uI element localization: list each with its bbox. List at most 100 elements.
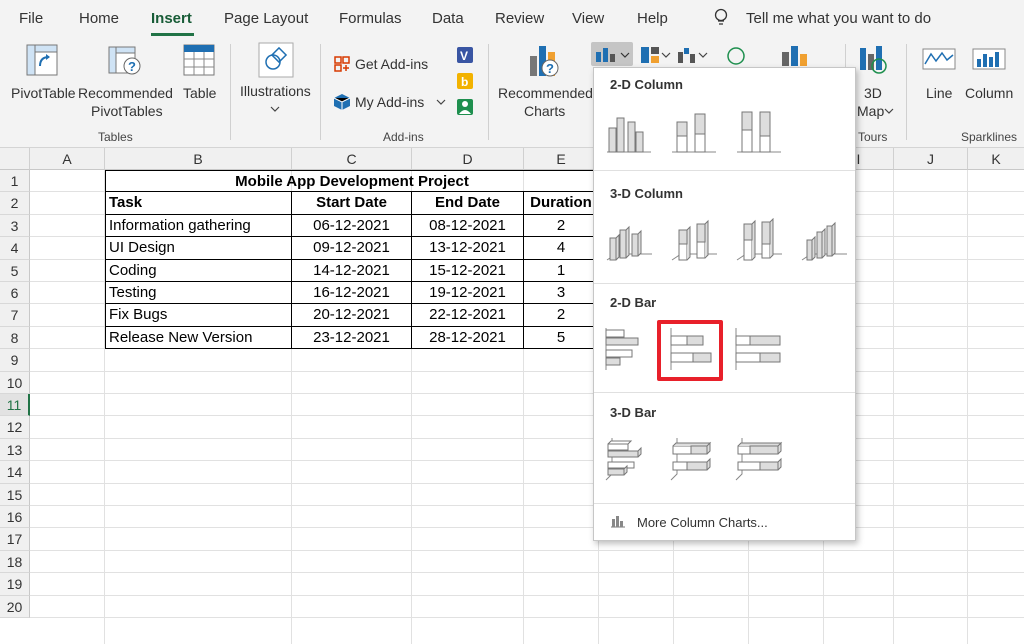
row-header[interactable]: 17 <box>0 528 30 551</box>
table-cell[interactable]: 09-12-2021 <box>292 237 412 260</box>
table-header-cell[interactable]: Duration <box>524 192 599 215</box>
gridline-horizontal <box>30 393 1024 394</box>
chevron-down-icon <box>698 52 708 58</box>
table-cell[interactable]: UI Design <box>105 237 292 260</box>
row-header[interactable]: 3 <box>0 214 30 238</box>
stacked-column-chart-icon[interactable] <box>669 108 719 154</box>
pivotchart-icon[interactable] <box>780 44 810 66</box>
tab-help[interactable]: Help <box>637 10 668 27</box>
get-addins-label: Get Add-ins <box>355 56 429 72</box>
100-stacked-column-chart-icon[interactable] <box>734 108 784 154</box>
maps-chart-icon[interactable] <box>726 46 746 66</box>
tab-data[interactable]: Data <box>432 10 464 27</box>
globe-map-icon <box>860 46 887 74</box>
recommended-pivottables-label-2: PivotTables <box>91 103 163 119</box>
row-header[interactable]: 4 <box>0 237 30 260</box>
table-cell[interactable]: 13-12-2021 <box>412 237 524 260</box>
3d-stacked-bar-chart-icon[interactable] <box>669 436 719 482</box>
tab-insert[interactable]: Insert <box>151 10 192 27</box>
ribbon-separator <box>230 44 231 140</box>
people-graph-icon[interactable] <box>456 98 474 116</box>
table-cell[interactable]: Information gathering <box>105 214 292 238</box>
table-cell[interactable]: Coding <box>105 259 292 282</box>
clustered-bar-chart-icon[interactable] <box>604 326 654 372</box>
row-header[interactable]: 6 <box>0 282 30 305</box>
gridline-horizontal <box>30 527 1024 529</box>
tab-formulas[interactable]: Formulas <box>339 10 402 27</box>
row-header[interactable]: 10 <box>0 371 30 394</box>
row-header[interactable]: 9 <box>0 349 30 372</box>
3d-column-chart-icon[interactable] <box>799 218 849 264</box>
table-cell[interactable]: 4 <box>524 237 599 260</box>
table-cell[interactable]: 16-12-2021 <box>292 282 412 305</box>
table-cell[interactable]: 23-12-2021 <box>292 326 412 350</box>
tab-file[interactable]: File <box>19 10 43 27</box>
project-title-cell[interactable]: Mobile App Development Project <box>105 170 599 193</box>
table-cell[interactable]: 1 <box>524 259 599 282</box>
column-header-a[interactable]: A <box>30 148 105 170</box>
tables-group-label: Tables <box>98 130 133 144</box>
table-header-cell[interactable]: End Date <box>412 192 524 215</box>
table-icon <box>183 44 215 76</box>
table-cell[interactable]: 28-12-2021 <box>412 326 524 350</box>
table-cell[interactable]: Release New Version <box>105 326 292 350</box>
row-header[interactable]: 19 <box>0 573 30 596</box>
table-cell[interactable]: 2 <box>524 214 599 238</box>
tell-me-search[interactable]: Tell me what you want to do <box>746 10 931 27</box>
table-cell[interactable]: 15-12-2021 <box>412 259 524 282</box>
visio-icon[interactable]: V <box>456 46 474 64</box>
tab-home[interactable]: Home <box>79 10 119 27</box>
table-cell[interactable]: 06-12-2021 <box>292 214 412 238</box>
table-cell[interactable]: 14-12-2021 <box>292 259 412 282</box>
table-cell[interactable]: 5 <box>524 326 599 350</box>
tab-view[interactable]: View <box>572 10 604 27</box>
table-cell[interactable]: 3 <box>524 282 599 305</box>
column-header-e[interactable]: E <box>524 148 599 170</box>
column-header-k[interactable]: K <box>968 148 1024 170</box>
3d-stacked-column-chart-icon[interactable] <box>669 218 719 264</box>
tab-review[interactable]: Review <box>495 10 544 27</box>
3d-100-stacked-bar-chart-icon[interactable] <box>734 436 784 482</box>
table-cell[interactable]: 19-12-2021 <box>412 282 524 305</box>
column-header-j[interactable]: J <box>894 148 968 170</box>
row-header[interactable]: 2 <box>0 192 30 215</box>
more-column-charts-label: More Column Charts... <box>637 515 768 530</box>
row-header[interactable]: 13 <box>0 438 30 462</box>
100-stacked-bar-chart-icon[interactable] <box>734 326 784 372</box>
recommended-pivottables-label-1: Recommended <box>78 85 173 101</box>
row-header[interactable]: 16 <box>0 506 30 529</box>
table-cell[interactable]: 2 <box>524 304 599 327</box>
row-header[interactable]: 11 <box>0 394 30 417</box>
table-cell[interactable]: 22-12-2021 <box>412 304 524 327</box>
bing-maps-icon[interactable]: b <box>456 72 474 90</box>
insert-column-bar-chart-button[interactable] <box>591 42 633 66</box>
worksheet-grid[interactable]: A B C D E F G H I J K 123456789101112131… <box>0 148 1024 644</box>
table-cell[interactable]: Fix Bugs <box>105 304 292 327</box>
row-header[interactable]: 14 <box>0 461 30 484</box>
table-header-cell[interactable]: Task <box>105 192 292 215</box>
clustered-column-chart-icon[interactable] <box>604 108 654 154</box>
table-cell[interactable]: 20-12-2021 <box>292 304 412 327</box>
table-cell[interactable]: Testing <box>105 282 292 305</box>
sparkline-line-label: Line <box>926 85 953 101</box>
3d-100-stacked-column-chart-icon[interactable] <box>734 218 784 264</box>
row-header[interactable]: 1 <box>0 170 30 193</box>
row-header[interactable]: 5 <box>0 259 30 282</box>
table-header-cell[interactable]: Start Date <box>292 192 412 215</box>
row-header[interactable]: 7 <box>0 304 30 327</box>
3d-clustered-bar-chart-icon[interactable] <box>604 436 654 482</box>
column-header-d[interactable]: D <box>412 148 524 170</box>
column-header-c[interactable]: C <box>292 148 412 170</box>
column-header-b[interactable]: B <box>105 148 292 170</box>
table-cell[interactable]: 08-12-2021 <box>412 214 524 238</box>
row-header[interactable]: 20 <box>0 595 30 618</box>
chevron-down-icon <box>661 52 671 58</box>
row-header[interactable]: 8 <box>0 326 30 350</box>
row-header[interactable]: 15 <box>0 483 30 506</box>
select-all-corner[interactable] <box>0 148 30 170</box>
chevron-down-icon <box>436 99 446 105</box>
row-header[interactable]: 12 <box>0 416 30 439</box>
row-header[interactable]: 18 <box>0 550 30 574</box>
3d-clustered-column-chart-icon[interactable] <box>604 218 654 264</box>
tab-page-layout[interactable]: Page Layout <box>224 10 308 27</box>
